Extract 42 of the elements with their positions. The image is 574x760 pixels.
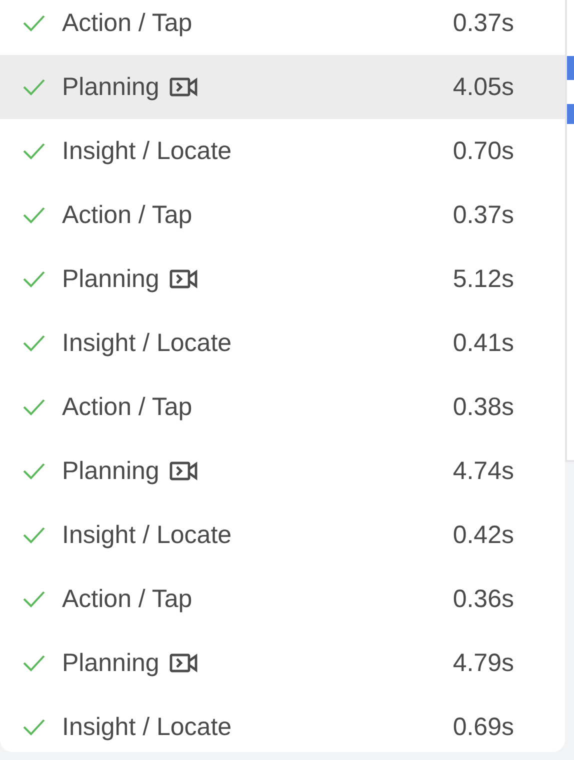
step-duration: 0.42s	[452, 520, 514, 550]
step-duration: 4.79s	[452, 648, 514, 678]
step-duration: 0.37s	[452, 200, 514, 230]
step-duration: 0.41s	[452, 328, 514, 358]
step-duration: 0.70s	[452, 136, 514, 166]
step-row[interactable]: Action / Tap 0.38s	[0, 375, 565, 439]
step-label: Planning	[62, 648, 160, 678]
step-duration: 0.36s	[452, 584, 514, 614]
step-row[interactable]: Planning 4.74s	[0, 439, 565, 503]
step-duration: 0.69s	[452, 712, 514, 742]
timeline-marker	[567, 104, 574, 124]
step-label: Action / Tap	[62, 392, 192, 422]
step-row[interactable]: Insight / Locate 0.70s	[0, 119, 565, 183]
step-label: Insight / Locate	[62, 520, 232, 550]
step-row[interactable]: Planning 4.79s	[0, 631, 565, 695]
video-icon	[169, 268, 200, 290]
step-label: Insight / Locate	[62, 136, 232, 166]
step-label: Insight / Locate	[62, 712, 232, 742]
step-label: Action / Tap	[62, 8, 192, 38]
step-row[interactable]: Planning 5.12s	[0, 247, 565, 311]
video-icon	[169, 76, 200, 98]
step-row[interactable]: Action / Tap 0.37s	[0, 183, 565, 247]
step-row[interactable]: Planning 4.05s	[0, 55, 565, 119]
step-label: Action / Tap	[62, 200, 192, 230]
step-row[interactable]: Action / Tap 0.36s	[0, 567, 565, 631]
step-row[interactable]: Action / Tap 0.37s	[0, 0, 565, 55]
step-label: Planning	[62, 264, 160, 294]
step-row[interactable]: Insight / Locate 0.42s	[0, 503, 565, 567]
step-duration: 4.05s	[452, 72, 514, 102]
step-label: Planning	[62, 456, 160, 486]
video-icon	[169, 652, 200, 674]
step-duration: 0.37s	[452, 8, 514, 38]
step-duration: 4.74s	[452, 456, 514, 486]
step-label: Insight / Locate	[62, 328, 232, 358]
video-icon	[169, 460, 200, 482]
step-row[interactable]: Insight / Locate 0.69s	[0, 695, 565, 752]
step-label: Action / Tap	[62, 584, 192, 614]
step-duration: 0.38s	[452, 392, 514, 422]
step-row[interactable]: Insight / Locate 0.41s	[0, 311, 565, 375]
step-label: Planning	[62, 72, 160, 102]
step-duration: 5.12s	[452, 264, 514, 294]
timeline-marker	[567, 56, 574, 80]
